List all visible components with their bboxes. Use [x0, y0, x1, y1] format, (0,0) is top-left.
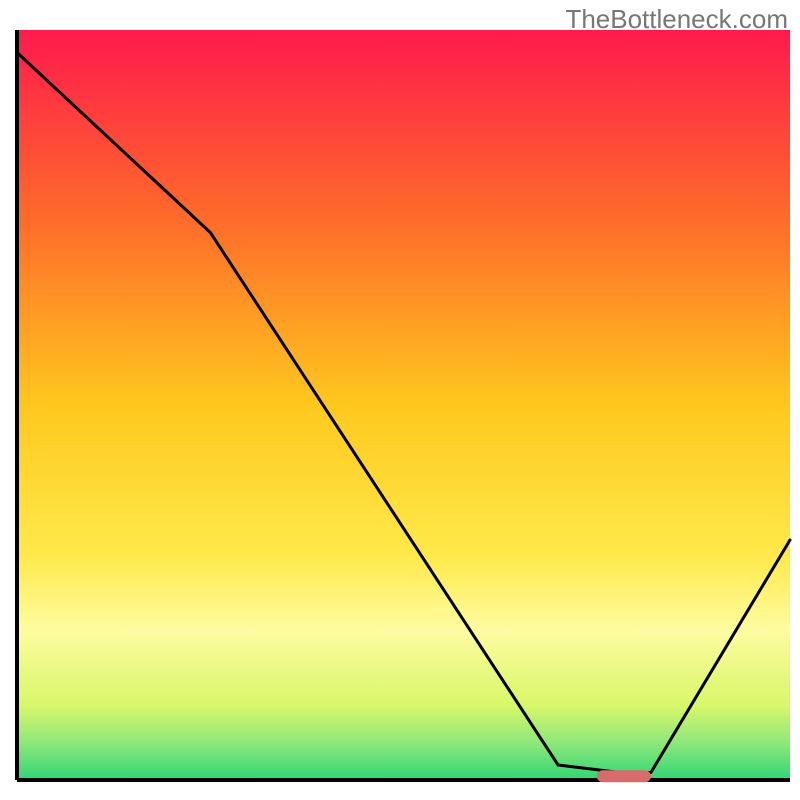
chart-background	[17, 30, 790, 780]
sweet-spot-marker	[597, 770, 651, 782]
bottleneck-chart	[0, 0, 800, 800]
chart-stage: TheBottleneck.com	[0, 0, 800, 800]
